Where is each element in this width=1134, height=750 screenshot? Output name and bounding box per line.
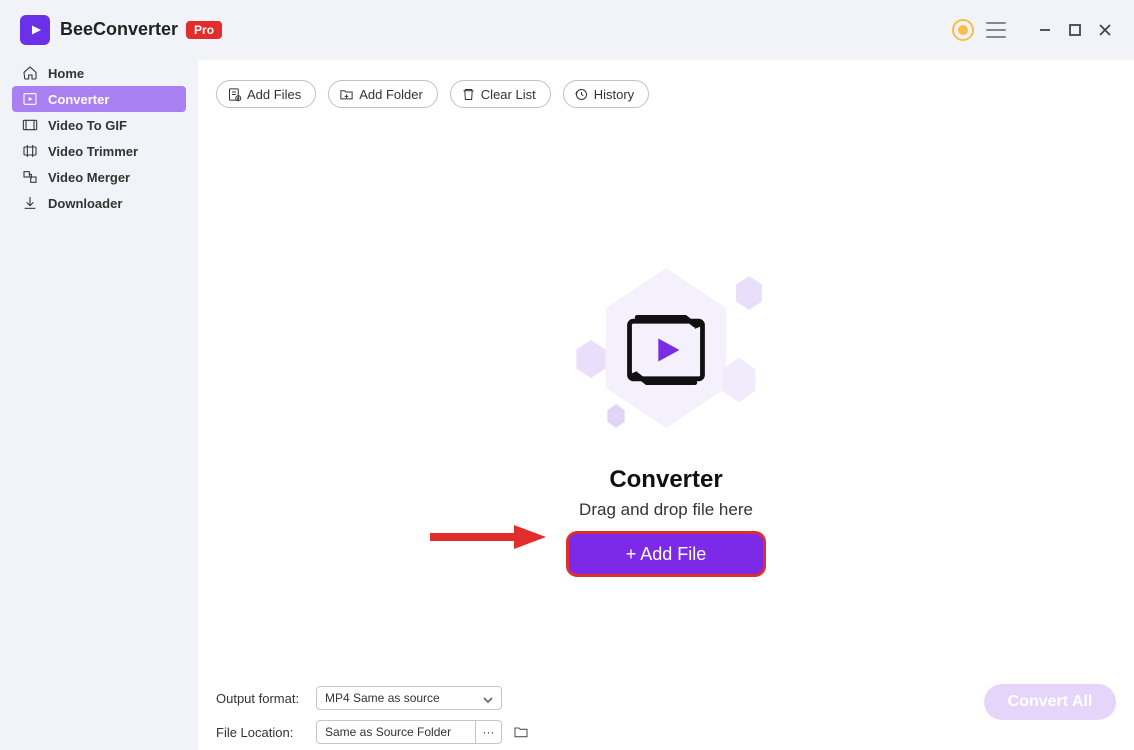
sidebar-item-label: Home bbox=[48, 66, 84, 81]
minimize-button[interactable] bbox=[1032, 17, 1058, 43]
file-location-label: File Location: bbox=[216, 725, 316, 740]
history-icon bbox=[574, 87, 589, 102]
add-file-button[interactable]: + Add File bbox=[569, 534, 763, 574]
app-logo bbox=[20, 15, 50, 45]
main-panel: Add Files Add Folder Clear List History bbox=[198, 60, 1134, 750]
trimmer-icon bbox=[22, 143, 38, 159]
history-button[interactable]: History bbox=[563, 80, 649, 108]
drop-zone[interactable]: Converter Drag and drop file here + Add … bbox=[198, 108, 1134, 680]
play-icon bbox=[26, 21, 44, 39]
button-label: History bbox=[594, 87, 634, 102]
home-icon bbox=[22, 65, 38, 81]
add-files-button[interactable]: Add Files bbox=[216, 80, 316, 108]
close-window-button[interactable] bbox=[1092, 17, 1118, 43]
menu-icon[interactable] bbox=[986, 22, 1006, 38]
chevron-down-icon bbox=[483, 694, 493, 708]
sidebar-item-downloader[interactable]: Downloader bbox=[12, 190, 186, 216]
toolbar: Add Files Add Folder Clear List History bbox=[198, 60, 1134, 108]
user-avatar-icon[interactable] bbox=[952, 19, 974, 41]
download-icon bbox=[22, 195, 38, 211]
add-folder-icon bbox=[339, 87, 354, 102]
sidebar-item-converter[interactable]: Converter bbox=[12, 86, 186, 112]
select-value: MP4 Same as source bbox=[325, 691, 440, 705]
field-value: Same as Source Folder bbox=[325, 725, 451, 739]
convert-all-button[interactable]: Convert All bbox=[984, 684, 1116, 720]
annotation-arrow bbox=[426, 522, 546, 552]
merger-icon bbox=[22, 169, 38, 185]
pro-badge: Pro bbox=[186, 21, 222, 39]
sidebar-item-home[interactable]: Home bbox=[12, 60, 186, 86]
file-location-field[interactable]: Same as Source Folder bbox=[316, 720, 476, 744]
folder-icon bbox=[513, 724, 529, 740]
clear-list-button[interactable]: Clear List bbox=[450, 80, 551, 108]
button-label: Add Folder bbox=[359, 87, 423, 102]
sidebar-item-label: Downloader bbox=[48, 196, 122, 211]
hero-title: Converter bbox=[609, 466, 722, 494]
title-bar: BeeConverter Pro bbox=[0, 0, 1134, 60]
converter-icon bbox=[22, 91, 38, 107]
sidebar-item-label: Video To GIF bbox=[48, 118, 127, 133]
hero-graphic bbox=[556, 268, 776, 438]
sidebar-item-video-merger[interactable]: Video Merger bbox=[12, 164, 186, 190]
sidebar-item-label: Converter bbox=[48, 92, 109, 107]
button-label: Clear List bbox=[481, 87, 536, 102]
sidebar-item-label: Video Merger bbox=[48, 170, 130, 185]
open-folder-button[interactable] bbox=[510, 721, 532, 743]
convert-icon bbox=[618, 310, 714, 390]
maximize-button[interactable] bbox=[1062, 17, 1088, 43]
button-label: Add Files bbox=[247, 87, 301, 102]
bottom-bar: Output format: MP4 Same as source File L… bbox=[198, 680, 1134, 750]
file-location-more-button[interactable]: ··· bbox=[476, 720, 502, 744]
add-files-icon bbox=[227, 87, 242, 102]
sidebar-item-video-trimmer[interactable]: Video Trimmer bbox=[12, 138, 186, 164]
sidebar-item-video-to-gif[interactable]: Video To GIF bbox=[12, 112, 186, 138]
sidebar: Home Converter Video To GIF Video Trimme… bbox=[0, 60, 198, 750]
app-name: BeeConverter bbox=[60, 19, 178, 40]
add-folder-button[interactable]: Add Folder bbox=[328, 80, 438, 108]
sidebar-item-label: Video Trimmer bbox=[48, 144, 138, 159]
video-to-gif-icon bbox=[22, 117, 38, 133]
output-format-label: Output format: bbox=[216, 691, 316, 706]
trash-icon bbox=[461, 87, 476, 102]
output-format-select[interactable]: MP4 Same as source bbox=[316, 686, 502, 710]
hero-subtitle: Drag and drop file here bbox=[579, 500, 753, 520]
